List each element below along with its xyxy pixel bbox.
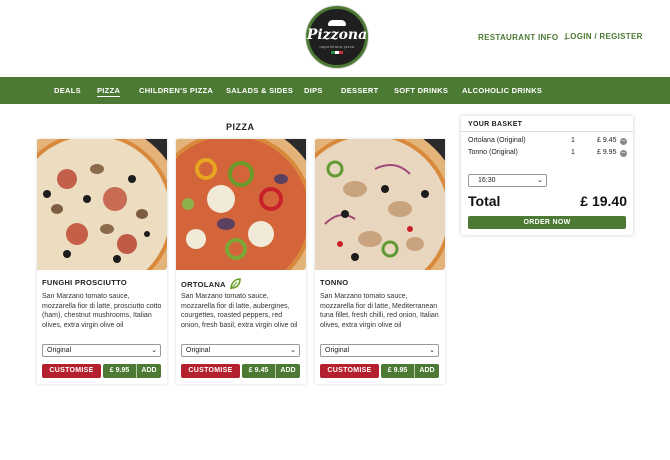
basket-item-qty: 1 xyxy=(571,137,575,144)
restaurant-info-menu[interactable]: RESTAURANT INFO ⌄ xyxy=(478,33,569,42)
size-select[interactable]: Original ⌄ xyxy=(320,344,439,357)
logo-tagline: napoletana pizza xyxy=(319,44,355,49)
price: £ 9.45 xyxy=(242,364,276,378)
product-name: ORTOLANA xyxy=(181,278,241,290)
collection-time-select[interactable]: 16:30 ⌄ xyxy=(468,174,547,187)
pizza-image[interactable] xyxy=(37,139,167,270)
add-label: ADD xyxy=(280,367,296,374)
nav-soft-drinks[interactable]: SOFT DRINKS xyxy=(394,86,448,95)
pizzona-logo[interactable]: Pizzona napoletana pizza xyxy=(306,6,368,68)
chevron-down-icon: ⌄ xyxy=(151,347,157,354)
basket-item-name: Tonno (Original) xyxy=(468,149,518,156)
italian-flag-icon xyxy=(331,51,343,54)
add-label: ADD xyxy=(141,367,157,374)
login-register-link[interactable]: LOGIN / REGISTER xyxy=(565,32,643,41)
product-name: FUNGHI PROSCIUTTO xyxy=(42,278,127,287)
divider xyxy=(461,131,633,132)
restaurant-info-label: RESTAURANT INFO xyxy=(478,33,559,42)
basket-title: YOUR BASKET xyxy=(468,121,523,128)
basket-item: Tonno (Original) 1 £ 9.95 – xyxy=(468,149,628,159)
section-title: PIZZA xyxy=(226,122,255,132)
product-name: TONNO xyxy=(320,278,348,287)
add-to-basket-button[interactable]: £ 9.45 ADD xyxy=(242,364,300,378)
remove-icon[interactable]: – xyxy=(620,149,627,157)
order-now-button[interactable]: ORDER NOW xyxy=(468,216,626,229)
size-select[interactable]: Original ⌄ xyxy=(181,344,300,357)
basket-panel: YOUR BASKET Ortolana (Original) 1 £ 9.45… xyxy=(461,116,633,235)
collection-time-value: 16:30 xyxy=(478,177,496,184)
nav-salads-sides[interactable]: SALADS & SIDES xyxy=(226,86,293,95)
nav-deals[interactable]: DEALS xyxy=(54,86,81,95)
size-select-value: Original xyxy=(47,347,72,354)
basket-item: Ortolana (Original) 1 £ 9.45 – xyxy=(468,137,628,147)
add-label: ADD xyxy=(419,367,435,374)
product-name-text: TONNO xyxy=(320,278,349,287)
site-header: Pizzona napoletana pizza RESTAURANT INFO… xyxy=(0,0,670,77)
product-name-text: ORTOLANA xyxy=(181,279,226,289)
pizza-image[interactable] xyxy=(176,139,306,270)
nav-dessert[interactable]: DESSERT xyxy=(341,86,379,95)
basket-item-qty: 1 xyxy=(571,149,575,156)
chevron-down-icon: ⌄ xyxy=(537,177,543,184)
add-to-basket-button[interactable]: £ 9.95 ADD xyxy=(103,364,161,378)
price: £ 9.95 xyxy=(103,364,137,378)
chef-hat-icon xyxy=(328,20,346,26)
basket-item-price: £ 9.45 xyxy=(597,137,617,144)
chevron-down-icon: ⌄ xyxy=(290,347,296,354)
chevron-down-icon: ⌄ xyxy=(429,347,435,354)
product-description: San Marzano tomato sauce, mozzarella fio… xyxy=(320,293,439,329)
logo-brand: Pizzona xyxy=(306,27,368,43)
customise-button[interactable]: CUSTOMISE xyxy=(320,364,379,378)
nav-alcoholic-drinks[interactable]: ALCOHOLIC DRINKS xyxy=(462,86,542,95)
nav-pizza[interactable]: PIZZA xyxy=(97,86,121,97)
pizza-image[interactable] xyxy=(315,139,445,270)
basket-item-name: Ortolana (Original) xyxy=(468,137,526,144)
nav-dips[interactable]: DIPS xyxy=(304,86,323,95)
remove-icon[interactable]: – xyxy=(620,137,627,145)
customise-button[interactable]: CUSTOMISE xyxy=(42,364,101,378)
product-name-text: FUNGHI PROSCIUTTO xyxy=(42,278,127,287)
product-card-tonno: TONNO San Marzano tomato sauce, mozzarel… xyxy=(315,139,445,384)
product-card-funghi-prosciutto: FUNGHI PROSCIUTTO San Marzano tomato sau… xyxy=(37,139,167,384)
leaf-icon xyxy=(229,278,241,290)
add-to-basket-button[interactable]: £ 9.95 ADD xyxy=(381,364,439,378)
size-select-value: Original xyxy=(325,347,350,354)
total-value: £ 19.40 xyxy=(580,193,627,209)
product-description: San Marzano tomato sauce, mozzarella fio… xyxy=(42,293,162,329)
nav-childrens-pizza[interactable]: CHILDREN'S PIZZA xyxy=(139,86,213,95)
size-select-value: Original xyxy=(186,347,211,354)
product-card-ortolana: ORTOLANA San Marzano tomato sauce, mozza… xyxy=(176,139,306,384)
price: £ 9.95 xyxy=(381,364,415,378)
size-select[interactable]: Original ⌄ xyxy=(42,344,161,357)
product-description: San Marzano tomato sauce, mozzarella fio… xyxy=(181,293,298,329)
category-nav: DEALS PIZZA CHILDREN'S PIZZA SALADS & SI… xyxy=(0,77,670,104)
basket-item-price: £ 9.95 xyxy=(597,149,617,156)
total-label: Total xyxy=(468,193,501,209)
customise-button[interactable]: CUSTOMISE xyxy=(181,364,240,378)
